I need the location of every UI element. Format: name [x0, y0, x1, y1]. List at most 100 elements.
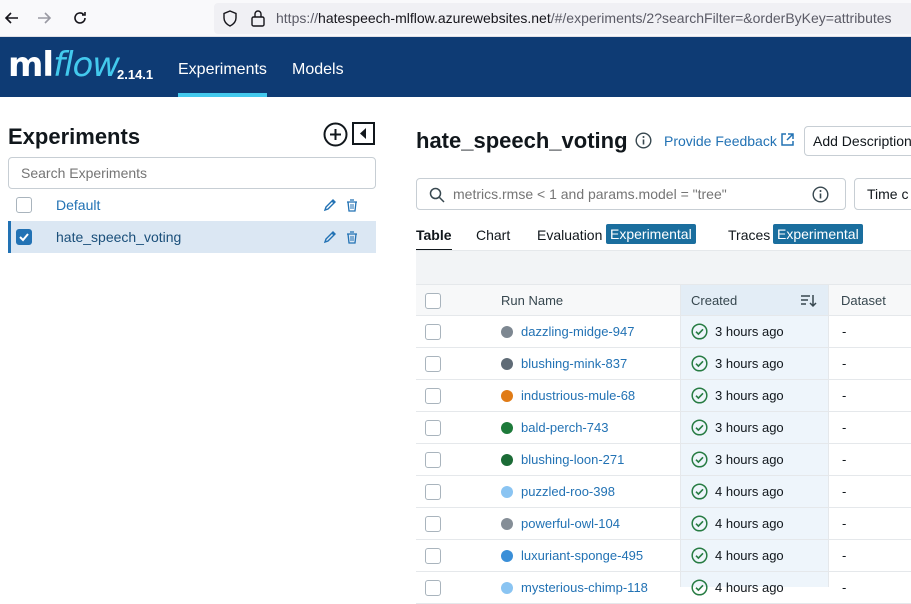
check-circle-icon: [691, 355, 708, 372]
browser-toolbar: https://hatespeech-mlflow.azurewebsites.…: [0, 0, 911, 37]
experiment-checkbox[interactable]: [16, 229, 32, 245]
run-color-dot[interactable]: [501, 358, 513, 370]
run-color-dot[interactable]: [501, 390, 513, 402]
table-row[interactable]: luxuriant-sponge-495 4 hours ago -: [416, 540, 911, 572]
table-row[interactable]: dazzling-midge-947 3 hours ago -: [416, 316, 911, 348]
experiment-row-default[interactable]: Default: [8, 189, 376, 221]
experiment-checkbox[interactable]: [16, 197, 32, 213]
external-link-icon[interactable]: [780, 132, 795, 147]
table-row[interactable]: mysterious-chimp-118 4 hours ago -: [416, 572, 911, 604]
check-circle-icon: [691, 323, 708, 340]
row-checkbox[interactable]: [425, 452, 441, 468]
back-arrow-icon[interactable]: [0, 6, 24, 30]
address-bar[interactable]: https://hatespeech-mlflow.azurewebsites.…: [214, 3, 911, 34]
trash-icon[interactable]: [344, 197, 360, 213]
created-time: 4 hours ago: [715, 580, 784, 595]
select-all-checkbox[interactable]: [425, 293, 441, 309]
search-experiments-input[interactable]: [9, 158, 375, 188]
run-color-dot[interactable]: [501, 454, 513, 466]
created-time: 3 hours ago: [715, 420, 784, 435]
table-row[interactable]: blushing-loon-271 3 hours ago -: [416, 444, 911, 476]
table-header: Run Name Dataset: [416, 284, 911, 316]
experimental-badge: Experimental: [773, 224, 863, 244]
row-checkbox[interactable]: [425, 388, 441, 404]
run-color-dot[interactable]: [501, 550, 513, 562]
tab-chart[interactable]: Chart: [476, 227, 510, 243]
dataset-value: -: [842, 580, 847, 595]
check-circle-icon: [691, 419, 708, 436]
table-row[interactable]: blushing-mink-837 3 hours ago -: [416, 348, 911, 380]
forward-arrow-icon[interactable]: [32, 6, 56, 30]
mlflow-logo[interactable]: mlflow: [8, 45, 120, 85]
run-name-link[interactable]: industrious-mule-68: [521, 388, 635, 403]
sort-descending-icon[interactable]: [800, 293, 817, 309]
create-experiment-icon[interactable]: [323, 122, 348, 147]
column-header-dataset[interactable]: Dataset: [841, 293, 886, 308]
check-circle-icon: [691, 387, 708, 404]
table-row[interactable]: puzzled-roo-398 4 hours ago -: [416, 476, 911, 508]
run-name-link[interactable]: blushing-mink-837: [521, 356, 627, 371]
version-label: 2.14.1: [117, 67, 154, 82]
dataset-value: -: [842, 420, 847, 435]
check-circle-icon: [691, 483, 708, 500]
run-name-link[interactable]: luxuriant-sponge-495: [521, 548, 643, 563]
time-created-dropdown[interactable]: Time c: [854, 178, 911, 210]
run-name-link[interactable]: blushing-loon-271: [521, 452, 624, 467]
nav-tab-experiments[interactable]: Experiments: [178, 61, 267, 97]
experiment-name[interactable]: hate_speech_voting: [56, 229, 181, 245]
column-header-created[interactable]: Created: [691, 293, 737, 308]
run-color-dot[interactable]: [501, 326, 513, 338]
table-row[interactable]: industrious-mule-68 3 hours ago -: [416, 380, 911, 412]
dataset-value: -: [842, 388, 847, 403]
table-row[interactable]: bald-perch-743 3 hours ago -: [416, 412, 911, 444]
experiment-name[interactable]: Default: [56, 197, 100, 213]
row-checkbox[interactable]: [425, 356, 441, 372]
trash-icon[interactable]: [344, 229, 360, 245]
tab-table[interactable]: Table: [416, 227, 452, 251]
app-header: mlflow 2.14.1 Experiments Models: [0, 37, 911, 97]
row-checkbox[interactable]: [425, 548, 441, 564]
row-checkbox[interactable]: [425, 324, 441, 340]
provide-feedback-link[interactable]: Provide Feedback: [664, 133, 777, 149]
info-icon[interactable]: [635, 132, 652, 149]
nav-tab-models[interactable]: Models: [292, 61, 344, 79]
reload-icon[interactable]: [68, 6, 92, 30]
run-color-dot[interactable]: [501, 582, 513, 594]
run-color-dot[interactable]: [501, 486, 513, 498]
collapse-sidebar-icon[interactable]: [352, 122, 375, 145]
check-circle-icon: [691, 451, 708, 468]
run-color-dot[interactable]: [501, 518, 513, 530]
table-row[interactable]: powerful-owl-104 4 hours ago -: [416, 508, 911, 540]
column-header-created-cell[interactable]: Created: [680, 284, 828, 316]
lock-icon: [251, 10, 265, 27]
edit-pencil-icon[interactable]: [322, 197, 338, 213]
add-description-button[interactable]: Add Description: [804, 126, 911, 156]
url-text: https://hatespeech-mlflow.azurewebsites.…: [276, 10, 892, 26]
row-checkbox[interactable]: [425, 580, 441, 596]
shield-icon: [223, 10, 237, 27]
row-checkbox[interactable]: [425, 516, 441, 532]
run-color-dot[interactable]: [501, 422, 513, 434]
experiment-row-hate-speech-voting[interactable]: hate_speech_voting: [8, 221, 376, 253]
run-name-link[interactable]: bald-perch-743: [521, 420, 608, 435]
search-experiments-field[interactable]: [8, 157, 376, 189]
run-name-link[interactable]: powerful-owl-104: [521, 516, 620, 531]
check-circle-icon: [691, 547, 708, 564]
tab-evaluation[interactable]: Evaluation: [537, 227, 602, 243]
column-header-run-name[interactable]: Run Name: [501, 293, 563, 308]
created-time: 3 hours ago: [715, 356, 784, 371]
check-circle-icon: [691, 579, 708, 596]
created-time: 3 hours ago: [715, 452, 784, 467]
run-name-link[interactable]: puzzled-roo-398: [521, 484, 615, 499]
dataset-value: -: [842, 484, 847, 499]
run-name-link[interactable]: mysterious-chimp-118: [521, 580, 648, 595]
tab-traces[interactable]: Traces: [728, 227, 770, 243]
runs-search-input[interactable]: [453, 179, 813, 209]
run-name-link[interactable]: dazzling-midge-947: [521, 324, 634, 339]
table-toolbar-band: [416, 251, 911, 284]
edit-pencil-icon[interactable]: [322, 229, 338, 245]
search-help-icon[interactable]: [812, 186, 829, 203]
runs-search-field[interactable]: [416, 178, 846, 210]
row-checkbox[interactable]: [425, 484, 441, 500]
row-checkbox[interactable]: [425, 420, 441, 436]
